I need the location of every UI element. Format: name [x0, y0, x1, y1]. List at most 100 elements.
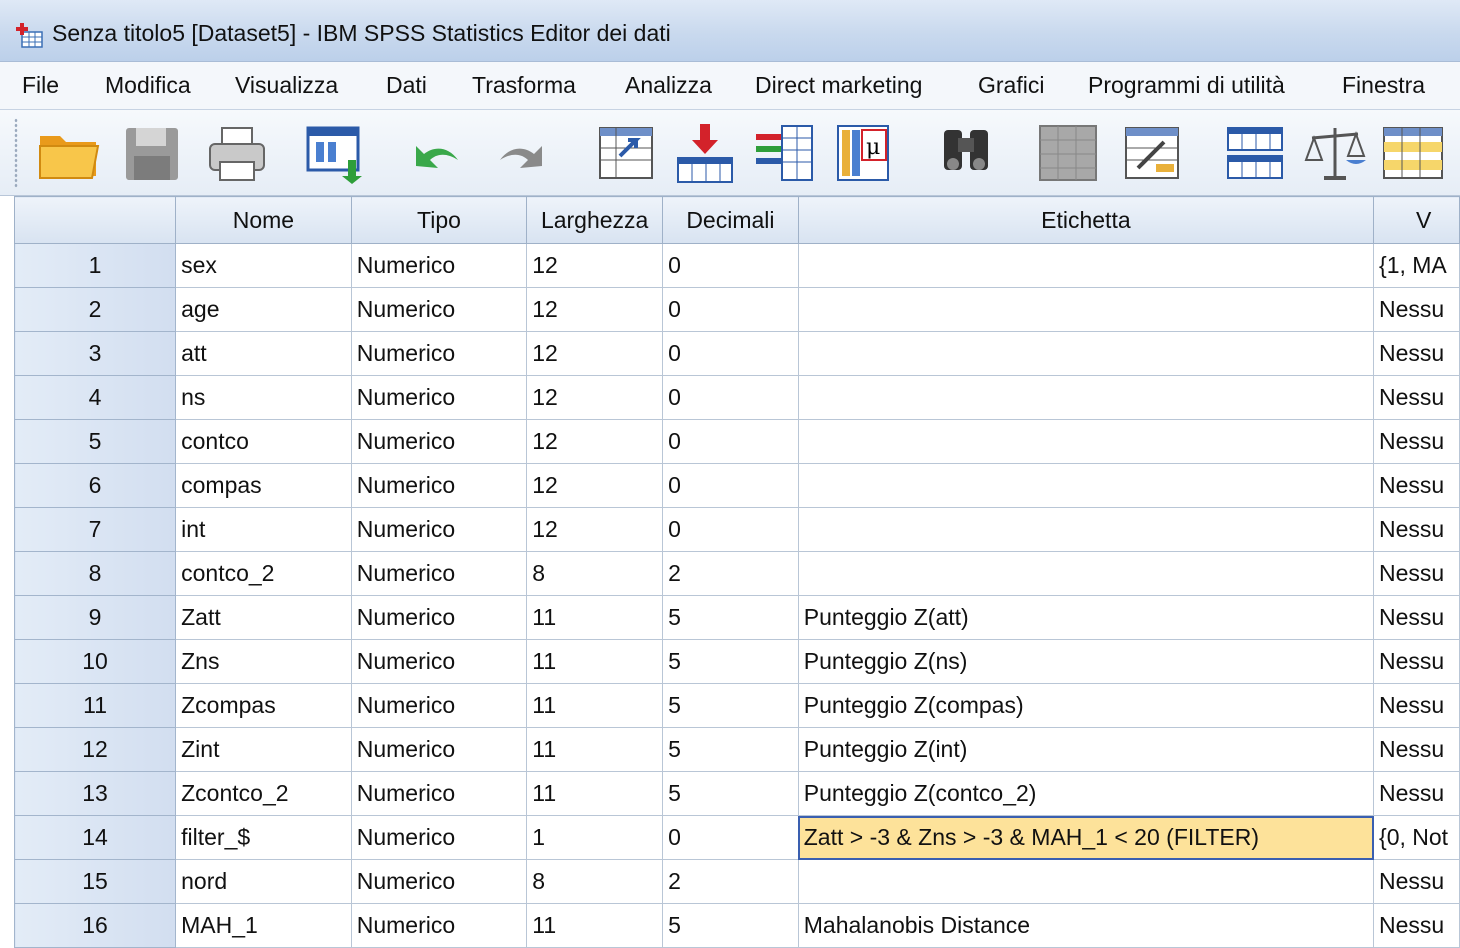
cell-valori[interactable]: Nessu	[1373, 903, 1460, 948]
menu-grafici[interactable]: Grafici	[978, 72, 1044, 99]
row-number[interactable]: 6	[13, 463, 177, 508]
cell-valori[interactable]: Nessu	[1373, 287, 1460, 332]
cell-etichetta[interactable]	[797, 287, 1375, 332]
menu-trasforma[interactable]: Trasforma	[472, 72, 576, 99]
cell-tipo[interactable]: Numerico	[350, 331, 528, 376]
table-row[interactable]: 14 filter_$ Numerico 1 0 Zatt > -3 & Zns > -3…	[13, 815, 1460, 860]
cell-decimali[interactable]: 5	[662, 903, 799, 948]
cell-nome[interactable]: age	[175, 287, 352, 332]
row-number[interactable]: 16	[13, 903, 177, 948]
cell-etichetta[interactable]	[797, 419, 1375, 464]
menu-modifica[interactable]: Modifica	[105, 72, 191, 99]
cell-valori[interactable]: Nessu	[1373, 419, 1460, 464]
cell-valori[interactable]: Nessu	[1373, 727, 1460, 772]
cell-larghezza[interactable]: 11	[526, 771, 664, 816]
cell-decimali[interactable]: 0	[662, 815, 799, 860]
table-row[interactable]: 3 att Numerico 12 0 Nessu	[13, 331, 1460, 376]
cell-tipo[interactable]: Numerico	[350, 419, 528, 464]
cell-nome[interactable]: MAH_1	[175, 903, 352, 948]
cell-decimali[interactable]: 5	[662, 727, 799, 772]
cell-tipo[interactable]: Numerico	[350, 683, 528, 728]
cell-decimali[interactable]: 2	[662, 551, 799, 596]
column-header-etichetta[interactable]: Etichetta	[797, 196, 1375, 244]
cell-tipo[interactable]: Numerico	[350, 595, 528, 640]
cell-larghezza[interactable]: 11	[526, 903, 664, 948]
table-row[interactable]: 7 int Numerico 12 0 Nessu	[13, 507, 1460, 552]
spss-app-icon[interactable]	[14, 22, 44, 48]
cell-valori[interactable]: Nessu	[1373, 771, 1460, 816]
table-row[interactable]: 13 Zcontco_2 Numerico 11 5 Punteggio Z(contco…	[13, 771, 1460, 816]
insert-cases-icon[interactable]	[1036, 120, 1102, 186]
open-folder-icon[interactable]	[36, 120, 102, 186]
cell-nome[interactable]: contco	[175, 419, 352, 464]
cell-valori[interactable]: Nessu	[1373, 331, 1460, 376]
cell-larghezza[interactable]: 12	[526, 463, 664, 508]
table-row[interactable]: 15 nord Numerico 8 2 Nessu	[13, 859, 1460, 904]
cell-larghezza[interactable]: 8	[526, 859, 664, 904]
redo-icon[interactable]	[490, 120, 556, 186]
cell-nome[interactable]: ns	[175, 375, 352, 420]
cell-etichetta[interactable]	[797, 507, 1375, 552]
select-cases-icon[interactable]	[1380, 120, 1446, 186]
cell-tipo[interactable]: Numerico	[350, 507, 528, 552]
cell-nome[interactable]: Zatt	[175, 595, 352, 640]
cell-larghezza[interactable]: 12	[526, 507, 664, 552]
cell-larghezza[interactable]: 11	[526, 683, 664, 728]
table-row[interactable]: 4 ns Numerico 12 0 Nessu	[13, 375, 1460, 420]
row-number[interactable]: 13	[13, 771, 177, 816]
grid-corner[interactable]	[13, 196, 177, 244]
menu-file[interactable]: File	[22, 72, 59, 99]
cell-decimali[interactable]: 0	[662, 463, 799, 508]
cell-nome[interactable]: nord	[175, 859, 352, 904]
cell-nome[interactable]: Zns	[175, 639, 352, 684]
table-row[interactable]: 10 Zns Numerico 11 5 Punteggio Z(ns) Nessu	[13, 639, 1460, 684]
cell-nome[interactable]: compas	[175, 463, 352, 508]
cell-nome[interactable]: Zcontco_2	[175, 771, 352, 816]
insert-variable-icon[interactable]	[1120, 120, 1186, 186]
cell-decimali[interactable]: 0	[662, 419, 799, 464]
cell-decimali[interactable]: 2	[662, 859, 799, 904]
row-number[interactable]: 10	[13, 639, 177, 684]
cell-tipo[interactable]: Numerico	[350, 463, 528, 508]
cell-decimali[interactable]: 5	[662, 683, 799, 728]
find-icon[interactable]	[934, 120, 1000, 186]
menu-direct-marketing[interactable]: Direct marketing	[755, 72, 922, 99]
table-row[interactable]: 8 contco_2 Numerico 8 2 Nessu	[13, 551, 1460, 596]
menu-visualizza[interactable]: Visualizza	[235, 72, 338, 99]
cell-decimali[interactable]: 5	[662, 639, 799, 684]
cell-tipo[interactable]: Numerico	[350, 903, 528, 948]
cell-etichetta[interactable]: Punteggio Z(att)	[797, 595, 1375, 640]
cell-valori[interactable]: Nessu	[1373, 639, 1460, 684]
cell-valori[interactable]: Nessu	[1373, 463, 1460, 508]
table-row[interactable]: 12 Zint Numerico 11 5 Punteggio Z(int) Nessu	[13, 727, 1460, 772]
cell-valori[interactable]: Nessu	[1373, 375, 1460, 420]
table-row[interactable]: 2 age Numerico 12 0 Nessu	[13, 287, 1460, 332]
cell-valori[interactable]: Nessu	[1373, 859, 1460, 904]
print-icon[interactable]	[204, 120, 270, 186]
row-number[interactable]: 1	[13, 243, 177, 288]
cell-tipo[interactable]: Numerico	[350, 771, 528, 816]
cell-valori[interactable]: {0, Not	[1373, 815, 1460, 860]
cell-etichetta[interactable]	[797, 859, 1375, 904]
cell-etichetta[interactable]	[797, 331, 1375, 376]
cell-valori[interactable]: Nessu	[1373, 595, 1460, 640]
table-row[interactable]: 11 Zcompas Numerico 11 5 Punteggio Z(compas) N…	[13, 683, 1460, 728]
cell-nome[interactable]: filter_$	[175, 815, 352, 860]
weight-cases-icon[interactable]	[1302, 120, 1368, 186]
cell-nome[interactable]: att	[175, 331, 352, 376]
menu-dati[interactable]: Dati	[386, 72, 427, 99]
cell-larghezza[interactable]: 12	[526, 419, 664, 464]
cell-decimali[interactable]: 5	[662, 595, 799, 640]
cell-etichetta[interactable]	[797, 463, 1375, 508]
cell-larghezza[interactable]: 11	[526, 595, 664, 640]
goto-variable-icon[interactable]	[672, 120, 738, 186]
column-header-larghezza[interactable]: Larghezza	[526, 196, 664, 244]
menu-analizza[interactable]: Analizza	[625, 72, 712, 99]
cell-larghezza[interactable]: 12	[526, 287, 664, 332]
cell-decimali[interactable]: 0	[662, 243, 799, 288]
cell-tipo[interactable]: Numerico	[350, 551, 528, 596]
cell-larghezza[interactable]: 12	[526, 331, 664, 376]
cell-nome[interactable]: Zcompas	[175, 683, 352, 728]
menu-finestra[interactable]: Finestra	[1342, 72, 1425, 99]
column-header-decimali[interactable]: Decimali	[662, 196, 799, 244]
